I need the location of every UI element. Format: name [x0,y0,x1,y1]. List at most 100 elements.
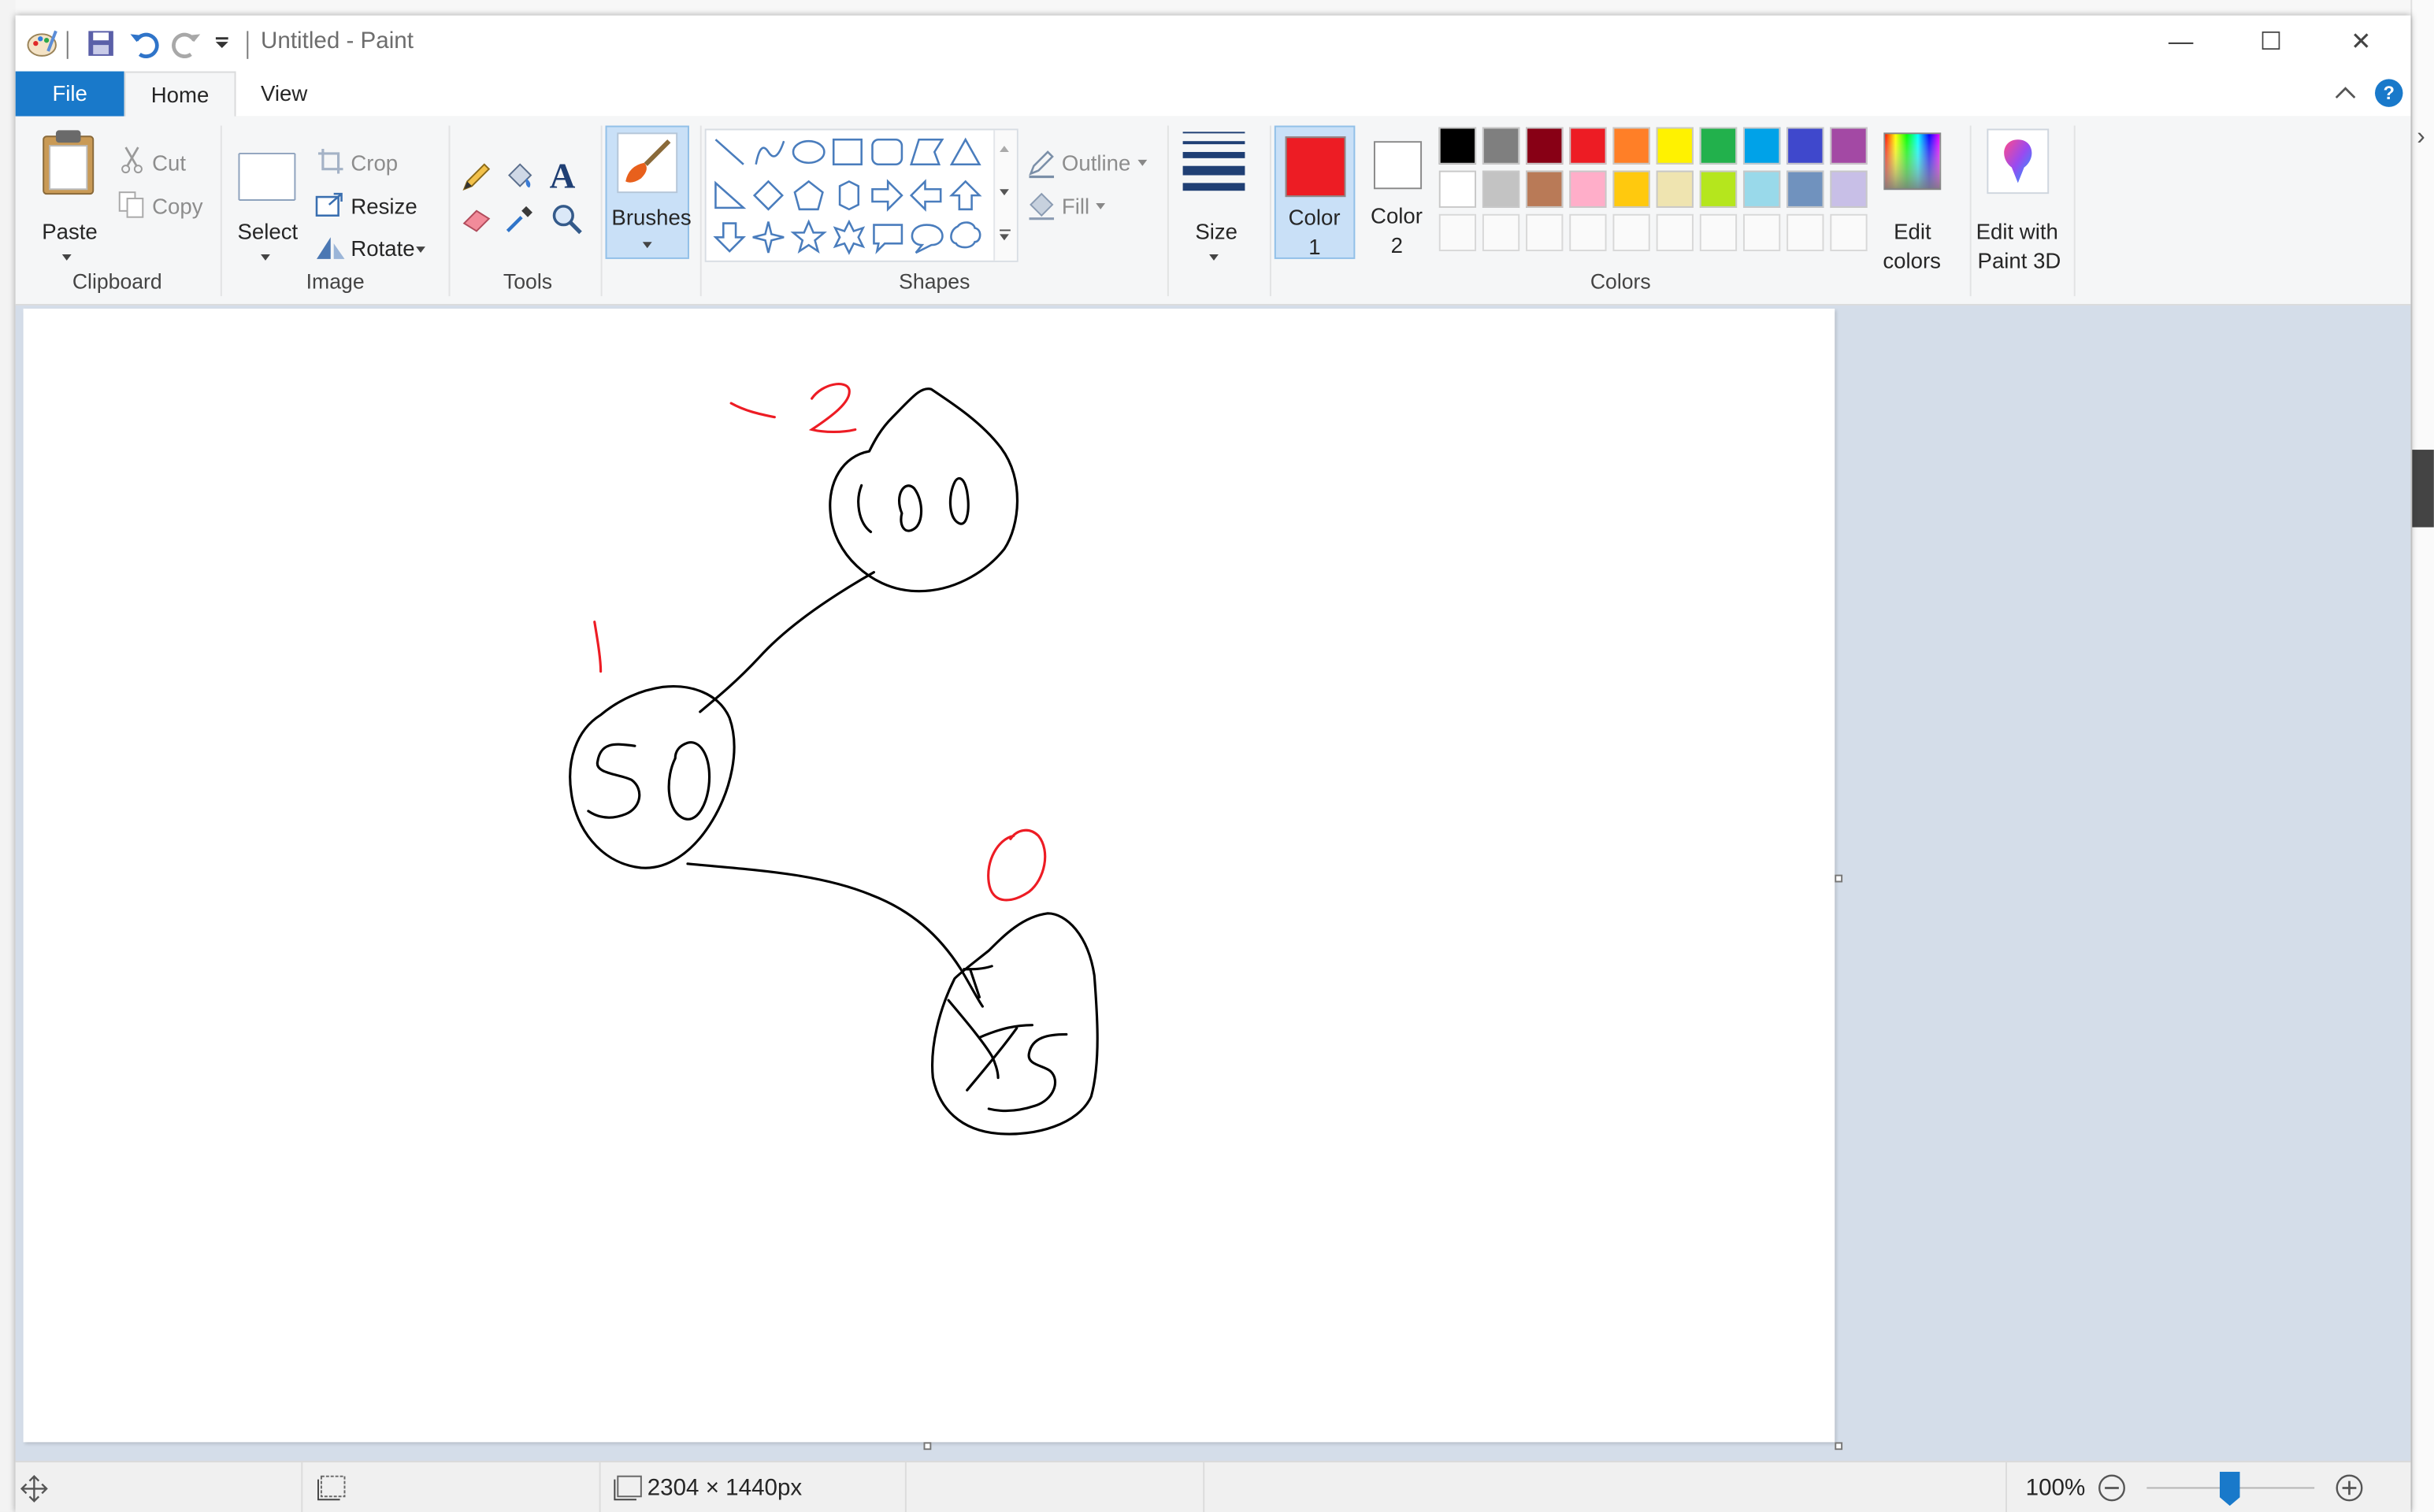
rotate-button[interactable]: Rotate [351,235,414,261]
fill-bucket-icon[interactable] [503,158,536,192]
select-dropdown-icon[interactable] [261,254,270,261]
palette-swatch[interactable] [1569,170,1607,208]
paint3d-label-1[interactable]: Edit with [1976,219,2058,244]
background-window-left [0,0,16,1512]
color2-button[interactable]: Color 2 [1358,126,1436,258]
brushes-button[interactable]: Brushes [605,125,692,259]
tab-view[interactable]: View [233,72,336,117]
outline-dropdown-icon[interactable] [1137,159,1148,166]
paste-dropdown-icon[interactable] [61,254,72,261]
text-tool-icon[interactable]: A [550,157,576,197]
fill-button[interactable]: Fill [1062,194,1089,219]
palette-swatch[interactable] [1742,170,1781,208]
palette-swatch[interactable] [1569,127,1607,165]
cut-button[interactable]: Cut [152,150,186,176]
pencil-icon[interactable] [459,160,493,194]
canvas-resize-handle-bottom[interactable] [923,1442,932,1451]
zoom-out-icon[interactable] [2097,1473,2126,1503]
redo-icon[interactable] [171,28,202,58]
size-button[interactable]: Size [1182,132,1245,265]
palette-swatch[interactable] [1787,170,1824,208]
select-label[interactable]: Select [238,219,299,244]
palette-swatch[interactable] [1612,127,1650,165]
palette-swatch[interactable] [1656,127,1694,165]
zoom-slider-thumb[interactable] [2219,1471,2240,1506]
palette-custom-slot[interactable] [1526,213,1564,252]
status-separator [904,1462,907,1512]
resize-button[interactable]: Resize [351,194,417,219]
fill-dropdown-icon[interactable] [1096,202,1106,209]
gallery-down-icon[interactable] [1000,189,1009,196]
maximize-button[interactable]: ☐ [2226,16,2316,72]
palette-swatch[interactable] [1438,127,1477,165]
customize-qat-icon[interactable] [214,35,230,51]
palette-swatch[interactable] [1656,170,1694,208]
gallery-expand-icon[interactable] [1000,234,1009,241]
tab-home[interactable]: Home [124,71,236,120]
crop-button[interactable]: Crop [351,150,398,176]
collapse-ribbon-icon[interactable] [2335,83,2357,102]
magnifier-icon[interactable] [550,202,584,235]
edit-colors-label-1[interactable]: Edit [1894,219,1931,244]
palette-swatch[interactable] [1699,127,1738,165]
tools-group-label: Tools [503,269,553,294]
rotate-icon [317,237,345,259]
edit-colors-icon[interactable] [1883,132,1942,191]
palette-custom-slot[interactable] [1787,213,1824,252]
palette-swatch[interactable] [1526,170,1564,208]
color-picker-icon[interactable] [503,202,536,235]
paint3d-label-2[interactable]: Paint 3D [1978,248,2061,273]
outline-icon [1029,150,1055,179]
palette-custom-slot[interactable] [1612,213,1650,252]
minimize-button[interactable]: — [2136,16,2226,72]
undo-icon[interactable] [129,28,160,58]
palette-custom-slot[interactable] [1830,213,1868,252]
palette-swatch[interactable] [1612,170,1650,208]
palette-swatch[interactable] [1526,127,1564,165]
rotate-dropdown-icon[interactable] [416,246,425,253]
status-separator [301,1462,303,1512]
canvas-resize-handle-right[interactable] [1835,874,1843,883]
paste-label[interactable]: Paste [42,219,98,244]
palette-swatch[interactable] [1787,127,1824,165]
eraser-icon[interactable] [459,202,493,235]
paste-icon[interactable] [39,128,98,197]
canvas-resize-handle-corner[interactable] [1835,1442,1843,1451]
palette-custom-slot[interactable] [1699,213,1738,252]
tab-file[interactable]: File [15,71,124,117]
palette-custom-slot[interactable] [1482,213,1520,252]
close-button[interactable]: ✕ [2316,16,2406,72]
palette-swatch[interactable] [1742,127,1781,165]
shapes-gallery[interactable] [704,128,1018,262]
color2-label: Color [1371,202,1423,228]
group-separator [600,125,603,297]
select-icon[interactable] [238,152,297,202]
qat-separator [66,31,69,59]
palette-swatch[interactable] [1699,170,1738,208]
save-icon[interactable] [87,29,114,57]
fill-shape-icon [1029,192,1055,220]
paint-app-icon [27,30,58,57]
balance-minus-2-dash [729,402,776,419]
canvas-area[interactable] [15,305,2411,1461]
palette-custom-slot[interactable] [1656,213,1694,252]
palette-swatch[interactable] [1830,170,1868,208]
copy-button[interactable]: Copy [152,194,202,219]
palette-swatch[interactable] [1482,127,1520,165]
palette-swatch[interactable] [1482,170,1520,208]
palette-swatch[interactable] [1438,170,1477,208]
shapes-gallery-scrollbar[interactable] [993,130,1017,261]
outline-button[interactable]: Outline [1062,150,1130,176]
palette-custom-slot[interactable] [1742,213,1781,252]
gallery-up-icon[interactable] [1000,146,1009,152]
color1-button[interactable]: Color 1 [1274,125,1356,259]
balance-1 [593,621,603,673]
palette-custom-slot[interactable] [1438,213,1477,252]
drawing-canvas[interactable] [23,308,1835,1443]
help-icon[interactable]: ? [2375,79,2403,107]
palette-custom-slot[interactable] [1569,213,1607,252]
palette-swatch[interactable] [1830,127,1868,165]
paint3d-icon[interactable] [1987,128,2050,195]
zoom-in-icon[interactable] [2335,1473,2364,1503]
paint-window: Untitled - Paint — ☐ ✕ File Home View ? … [15,15,2411,1512]
